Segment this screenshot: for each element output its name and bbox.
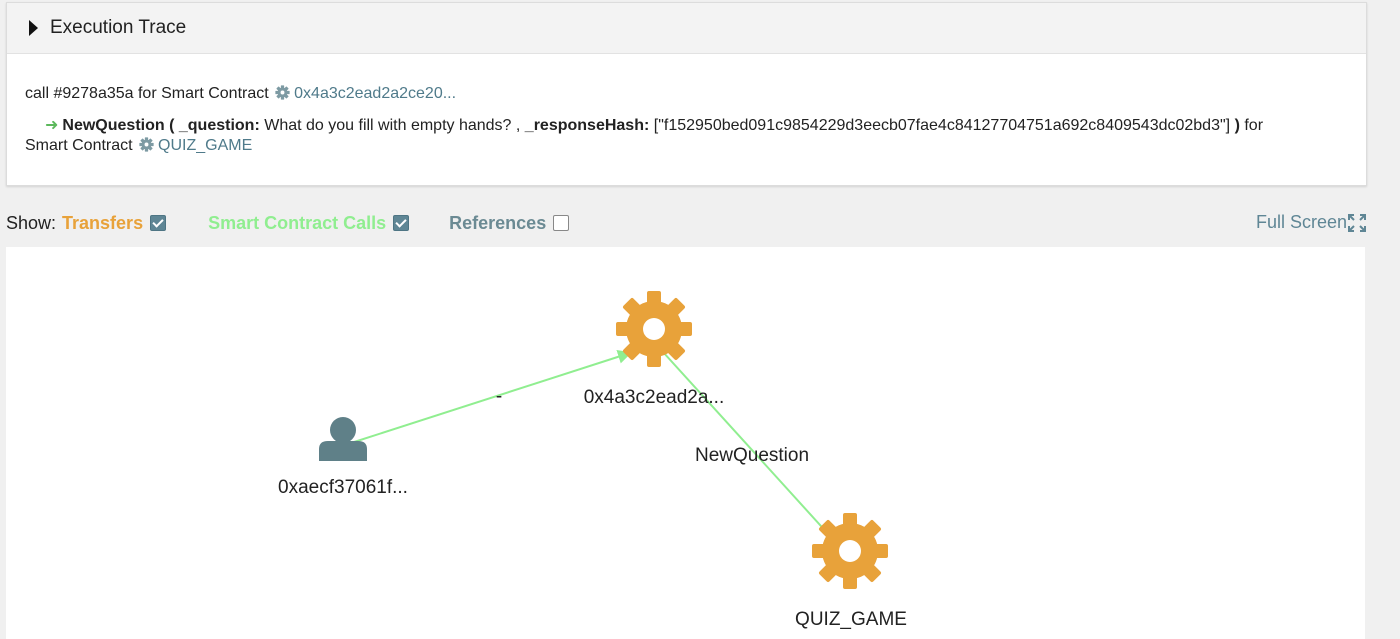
event-name: NewQuestion bbox=[62, 117, 165, 134]
quiz-game-node-label: QUIZ_GAME bbox=[795, 609, 907, 630]
references-label: References bbox=[449, 212, 547, 233]
transfers-label: Transfers bbox=[62, 212, 144, 233]
full-screen-label: Full Screen bbox=[1255, 212, 1347, 232]
param-hash-name: _responseHash: bbox=[524, 117, 650, 134]
execution-trace-header[interactable]: Execution Trace bbox=[7, 3, 1366, 54]
calls-checkbox[interactable] bbox=[393, 215, 410, 231]
quiz-game-node[interactable] bbox=[812, 513, 888, 589]
transfers-checkbox[interactable] bbox=[150, 215, 167, 231]
show-label: Show: bbox=[6, 212, 57, 233]
call-prefix: call #9278a35a for Smart Contract bbox=[25, 85, 269, 102]
toggle-transfers[interactable]: Transfers bbox=[62, 212, 167, 234]
full-screen-button[interactable]: Full Screen bbox=[1256, 212, 1366, 233]
references-checkbox[interactable] bbox=[553, 215, 570, 231]
gear-icon bbox=[139, 137, 154, 152]
transaction-graph[interactable]: - NewQuestion 0xaecf37061f... 0x4a3c2ead… bbox=[6, 247, 1365, 639]
edge-label-newquestion: NewQuestion bbox=[695, 445, 809, 466]
gear-icon bbox=[616, 291, 692, 367]
graph-svg[interactable]: - NewQuestion 0xaecf37061f... 0x4a3c2ead… bbox=[6, 247, 1365, 639]
user-icon bbox=[319, 417, 367, 461]
call-line: call #9278a35a for Smart Contract 0x4a3c… bbox=[25, 84, 1348, 104]
execution-trace-title: Execution Trace bbox=[50, 17, 187, 38]
close-paren: ) bbox=[1234, 117, 1240, 134]
edge-label-transfer: - bbox=[496, 386, 502, 407]
call-address-link[interactable]: 0x4a3c2ead2a2ce20... bbox=[294, 85, 456, 102]
user-node[interactable] bbox=[319, 417, 367, 461]
event-line: ➜ NewQuestion ( _question: What do you fi… bbox=[25, 116, 1348, 156]
gear-icon bbox=[812, 513, 888, 589]
event-suffix: for bbox=[1244, 117, 1264, 134]
open-paren: ( bbox=[169, 117, 175, 134]
target-contract-link[interactable]: QUIZ_GAME bbox=[158, 137, 252, 154]
param-question-value: What do you fill with empty hands? , bbox=[264, 117, 521, 134]
param-question-name: _question: bbox=[178, 117, 260, 134]
user-node-label: 0xaecf37061f... bbox=[278, 477, 408, 498]
toggle-smart-contract-calls[interactable]: Smart Contract Calls bbox=[208, 212, 410, 234]
expand-caret-icon[interactable] bbox=[29, 20, 38, 36]
gear-icon bbox=[275, 85, 290, 100]
contract-node-label: 0x4a3c2ead2a... bbox=[584, 387, 725, 408]
param-hash-value: ["f152950bed091c9854229d3eecb07fae4c8412… bbox=[653, 117, 1231, 134]
target-prefix: Smart Contract bbox=[25, 137, 133, 154]
contract-node[interactable] bbox=[616, 291, 692, 367]
toggle-references[interactable]: References bbox=[449, 212, 570, 234]
arrow-right-icon: ➜ bbox=[45, 117, 59, 134]
execution-trace-panel: Execution Trace call #9278a35a for Smart… bbox=[6, 2, 1367, 186]
expand-icon bbox=[1348, 213, 1366, 232]
calls-label: Smart Contract Calls bbox=[208, 212, 387, 233]
show-filter-bar: Show: Transfers Smart Contract Calls Ref… bbox=[6, 210, 1366, 236]
